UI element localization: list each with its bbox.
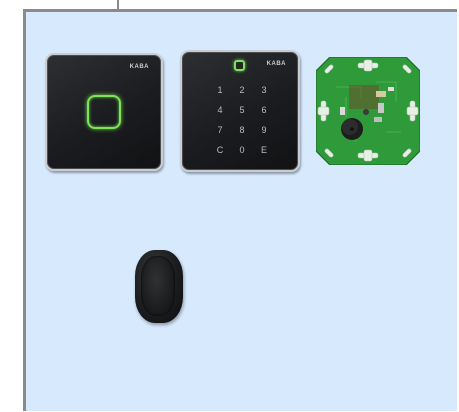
- keypad-reader-device[interactable]: KABA 1 2 3 4 5 6 7 8 9 C 0 E: [180, 50, 300, 172]
- keypad-key: 6: [261, 105, 267, 115]
- keypad-reader-brand: KABA: [266, 61, 286, 67]
- keypad-key: 8: [239, 125, 245, 135]
- keypad-key: 1: [217, 85, 223, 95]
- keypad-key: 2: [239, 85, 245, 95]
- keypad-key: 4: [217, 105, 223, 115]
- knob-icon: [141, 256, 175, 316]
- keypad-key: 9: [261, 125, 267, 135]
- card-reader-brand: KABA: [129, 64, 149, 70]
- keypad-key: E: [260, 145, 267, 155]
- cylinder-knob-device[interactable]: [135, 250, 183, 323]
- card-reader-device[interactable]: KABA: [45, 53, 163, 171]
- keypad-key: C: [216, 145, 224, 155]
- pcb-icon: [316, 57, 420, 165]
- keypad-grid: 1 2 3 4 5 6 7 8 9 C 0 E: [209, 84, 275, 156]
- keypad-key: 0: [239, 145, 245, 155]
- rfid-square-icon: [234, 60, 245, 71]
- keypad-key: 3: [261, 85, 267, 95]
- keypad-key: 5: [239, 105, 245, 115]
- circuit-board-device[interactable]: [316, 57, 420, 165]
- rfid-square-icon: [87, 95, 121, 129]
- keypad-key: 7: [217, 125, 223, 135]
